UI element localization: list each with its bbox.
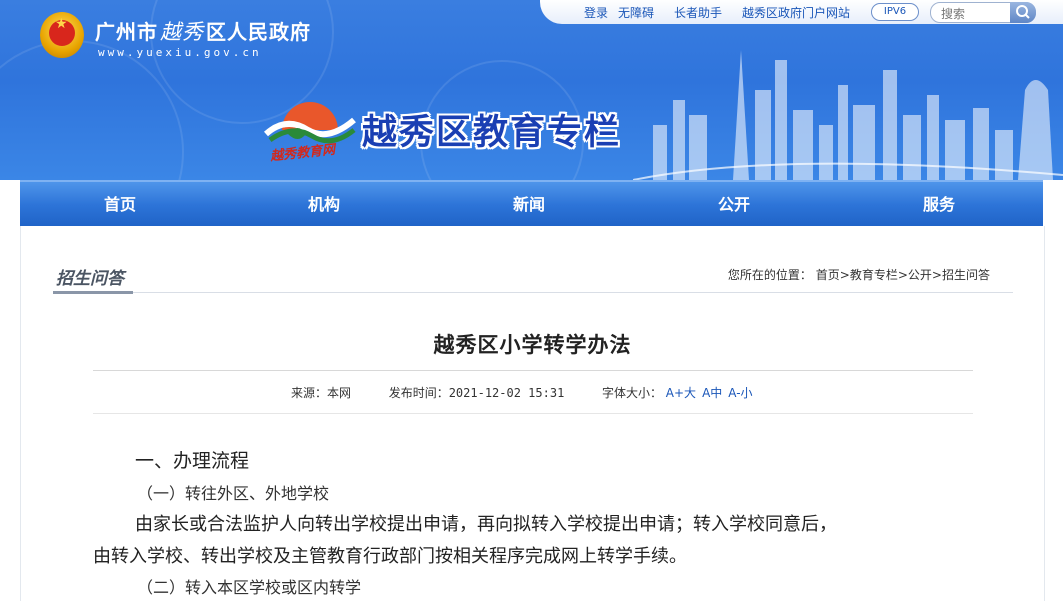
paragraph-line: 由家长或合法监护人向转出学校提出申请，再向拟转入学校提出申请；转入学校同意后， — [135, 514, 837, 535]
breadcrumb: 您所在的位置： 首页>教育专栏>公开>招生问答 — [728, 266, 990, 283]
gov-site-name[interactable]: 广州市越秀 区人民政府 — [95, 16, 311, 46]
city-skyline-graphic — [633, 50, 1063, 180]
article-title: 越秀区小学转学办法 — [433, 332, 632, 357]
breadcrumb-admission-qa[interactable]: 招生问答 — [942, 268, 990, 282]
section-title-underline — [53, 291, 133, 294]
gov-name-suffix: 区人民政府 — [206, 20, 311, 44]
gov-site-url: www.yuexiu.gov.cn — [98, 46, 262, 59]
header-banner: 登录无障碍 长者助手 越秀区政府门户网站 IPV6 ★ 广州市越秀区人民政府 www… — [0, 0, 1063, 180]
breadcrumb-home[interactable]: 首页 — [816, 268, 840, 282]
national-emblem-icon[interactable]: ★ — [40, 12, 84, 58]
font-size-large-button[interactable]: A+大 — [666, 386, 696, 400]
article-meta: 来源：本网 发布时间：2021-12-02 15:31 字体大小： A+大 A中 A… — [291, 384, 759, 401]
source-value: 本网 — [327, 386, 352, 400]
nav-item-news[interactable]: 新闻 — [429, 182, 629, 228]
breadcrumb-education-column[interactable]: 教育专栏 — [850, 268, 898, 282]
utility-bar: 登录 无障碍 长者助手 越秀区政府门户网站 IPV6 — [540, 0, 1063, 24]
source-label: 来源： — [291, 386, 328, 400]
date-label: 发布时间： — [388, 386, 449, 400]
search-input[interactable] — [939, 6, 1013, 22]
nav-item-services[interactable]: 服务 — [839, 182, 1039, 228]
section-title: 招生问答 — [56, 269, 124, 289]
ipv6-badge[interactable]: IPV6 — [871, 3, 919, 21]
content-frame: 招生问答 您所在的位置： 首页>教育专栏>公开>招生问答 越秀区小学转学办法 来… — [20, 226, 1045, 601]
section-divider — [53, 292, 1013, 293]
paragraph-line: 由转入学校、转出学校及主管教育行政部门按相关程序完成网上转学手续。 — [93, 546, 687, 567]
breadcrumb-separator: > — [839, 268, 850, 282]
subheading-transfer-in: （二）转入本区学校或区内转学 — [137, 578, 362, 597]
login-link[interactable]: 登录 — [584, 6, 608, 20]
font-size-medium-button[interactable]: A中 — [702, 386, 722, 400]
breadcrumb-disclosure[interactable]: 公开 — [908, 268, 932, 282]
breadcrumb-separator: > — [897, 268, 908, 282]
breadcrumb-separator: > — [931, 268, 942, 282]
search-box — [930, 2, 1036, 23]
gov-portal-link[interactable]: 越秀区政府门户网站 — [742, 6, 850, 20]
elder-assistant-link[interactable]: 长者助手 — [674, 6, 722, 20]
main-nav: 首页 机构 新闻 公开 服务 — [20, 180, 1043, 228]
breadcrumb-label: 您所在的位置： — [727, 268, 812, 282]
heading-process: 一、办理流程 — [135, 450, 250, 472]
article-meta-divider — [93, 413, 973, 414]
education-column-title: 越秀区教育专栏 — [362, 113, 622, 153]
gov-name-calligraphy: 越秀 — [160, 20, 204, 44]
publish-date: 2021-12-02 15:31 — [448, 386, 565, 400]
search-icon — [1016, 5, 1030, 19]
gov-name-prefix: 广州市 — [95, 20, 158, 44]
search-button[interactable] — [1010, 2, 1036, 23]
subheading-transfer-out: （一）转往外区、外地学校 — [137, 484, 330, 503]
nav-item-organizations[interactable]: 机构 — [224, 182, 424, 228]
accessibility-link[interactable]: 无障碍 — [618, 6, 654, 20]
nav-item-home[interactable]: 首页 — [20, 182, 220, 228]
font-size-label: 字体大小： — [601, 386, 662, 400]
nav-item-disclosure[interactable]: 公开 — [634, 182, 834, 228]
font-size-small-button[interactable]: A-小 — [728, 386, 752, 400]
article-title-divider — [93, 370, 973, 371]
utility-links: 登录 无障碍 长者助手 越秀区政府门户网站 — [584, 4, 860, 21]
